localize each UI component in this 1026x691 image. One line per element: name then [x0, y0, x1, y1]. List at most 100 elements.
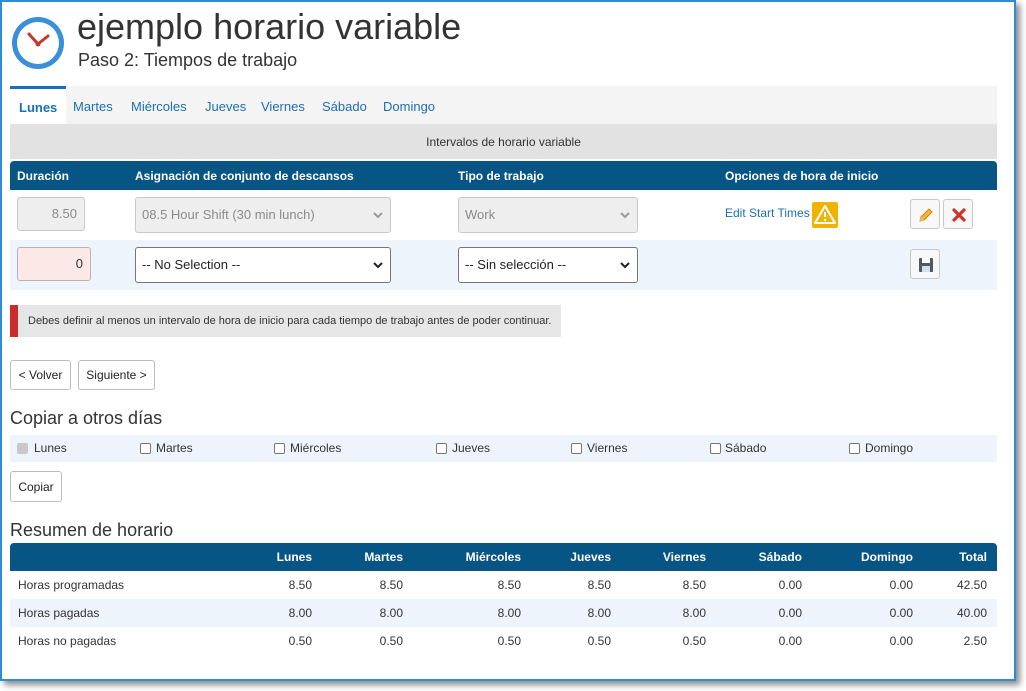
- tab-martes[interactable]: Martes: [73, 86, 113, 124]
- col-asignacion: Asignación de conjunto de descansos: [135, 169, 354, 183]
- summary-cell: 0.00: [889, 606, 913, 620]
- interval-row: 8.50 08.5 Hour Shift (30 min lunch) Work…: [10, 190, 997, 240]
- pencil-icon: [919, 208, 933, 222]
- save-button[interactable]: [910, 249, 940, 279]
- interval-row-new: 0 -- No Selection -- -- Sin selección --: [10, 240, 997, 290]
- checkbox-martes[interactable]: [140, 443, 151, 454]
- summary-col-sabado: Sábado: [758, 550, 802, 564]
- duration-input[interactable]: 8.50: [17, 197, 85, 231]
- summary-cell: 8.00: [288, 606, 312, 620]
- new-duration-input[interactable]: 0: [17, 247, 91, 281]
- summary-cell: 8.50: [497, 578, 521, 592]
- new-work-type-select[interactable]: -- Sin selección --: [458, 247, 638, 283]
- summary-cell: 8.50: [682, 578, 706, 592]
- summary-cell: 8.00: [682, 606, 706, 620]
- app-window: ejemplo horario variable Paso 2: Tiempos…: [0, 0, 1016, 681]
- intervals-table-header: Duración Asignación de conjunto de desca…: [10, 161, 997, 190]
- new-work-type-value: -- Sin selección --: [465, 257, 567, 272]
- tab-miercoles[interactable]: Miércoles: [131, 86, 187, 124]
- back-button[interactable]: < Volver: [10, 360, 71, 390]
- chevron-down-icon: [373, 212, 383, 219]
- break-set-select[interactable]: 08.5 Hour Shift (30 min lunch): [135, 197, 391, 233]
- checkbox-viernes[interactable]: [571, 443, 582, 454]
- summary-table-header: Lunes Martes Miércoles Jueves Viernes Sá…: [10, 543, 997, 571]
- tab-domingo[interactable]: Domingo: [383, 86, 435, 124]
- warning-icon: [812, 202, 838, 228]
- summary-cell: 8.50: [587, 578, 611, 592]
- col-duracion: Duración: [17, 169, 70, 183]
- checkbox-miercoles[interactable]: [274, 443, 285, 454]
- summary-cell: 0.50: [587, 634, 611, 648]
- summary-row-label: Horas no pagadas: [18, 634, 117, 648]
- copy-days-row: Lunes Martes Miércoles Jueves Viernes Sá…: [10, 435, 997, 462]
- tab-viernes[interactable]: Viernes: [261, 86, 305, 124]
- summary-cell: 0.50: [497, 634, 521, 648]
- summary-cell: 0.50: [682, 634, 706, 648]
- summary-col-lunes: Lunes: [276, 550, 312, 564]
- new-break-set-value: -- No Selection --: [142, 257, 241, 272]
- checkbox-lunes[interactable]: [17, 443, 28, 454]
- next-button[interactable]: Siguiente >: [78, 360, 155, 390]
- checkbox-label-miercoles: Miércoles: [290, 441, 342, 455]
- summary-cell-total: 42.50: [956, 578, 987, 592]
- checkbox-jueves[interactable]: [436, 443, 447, 454]
- tab-jueves[interactable]: Jueves: [205, 86, 246, 124]
- delete-button[interactable]: [943, 199, 973, 229]
- checkbox-label-lunes: Lunes: [34, 441, 67, 455]
- copy-heading: Copiar a otros días: [10, 408, 163, 428]
- checkbox-label-viernes: Viernes: [587, 441, 628, 455]
- summary-col-viernes: Viernes: [662, 550, 706, 564]
- summary-row: Horas programadas 8.50 8.50 8.50 8.50 8.…: [10, 571, 997, 599]
- summary-cell: 0.00: [778, 578, 802, 592]
- page-subtitle: Paso 2: Tiempos de trabajo: [78, 50, 298, 70]
- chevron-down-icon: [620, 262, 630, 269]
- checkbox-sabado[interactable]: [710, 443, 721, 454]
- summary-cell: 0.00: [889, 634, 913, 648]
- copy-button[interactable]: Copiar: [10, 471, 62, 502]
- col-opciones-inicio: Opciones de hora de inicio: [725, 169, 879, 183]
- chevron-down-icon: [373, 262, 383, 269]
- chevron-down-icon: [620, 212, 630, 219]
- summary-cell-total: 40.00: [956, 606, 987, 620]
- checkbox-domingo[interactable]: [849, 443, 860, 454]
- checkbox-label-domingo: Domingo: [865, 441, 914, 455]
- summary-row: Horas pagadas 8.00 8.00 8.00 8.00 8.00 0…: [10, 599, 997, 627]
- summary-cell: 8.50: [288, 578, 312, 592]
- summary-cell: 0.50: [379, 634, 403, 648]
- summary-cell-total: 2.50: [963, 634, 987, 648]
- summary-col-miercoles: Miércoles: [465, 550, 521, 564]
- summary-col-total: Total: [959, 550, 987, 564]
- save-icon: [919, 258, 933, 272]
- tab-lunes[interactable]: Lunes: [10, 86, 67, 124]
- day-tabs: Lunes Martes Miércoles Jueves Viernes Sá…: [10, 86, 997, 124]
- new-break-set-select[interactable]: -- No Selection --: [135, 247, 391, 283]
- summary-col-domingo: Domingo: [861, 550, 913, 564]
- summary-cell: 0.00: [778, 634, 802, 648]
- summary-cell: 0.00: [778, 606, 802, 620]
- edit-start-times-link[interactable]: Edit Start Times: [725, 206, 810, 220]
- summary-row-label: Horas programadas: [18, 578, 125, 592]
- validation-alert: Debes definir al menos un intervalo de h…: [10, 305, 561, 337]
- summary-row-label: Horas pagadas: [18, 606, 100, 620]
- intervals-heading: Intervalos de horario variable: [10, 124, 997, 159]
- break-set-value: 08.5 Hour Shift (30 min lunch): [142, 207, 315, 222]
- summary-cell: 8.50: [379, 578, 403, 592]
- summary-col-martes: Martes: [364, 550, 403, 564]
- col-tipo-trabajo: Tipo de trabajo: [458, 169, 544, 183]
- page-title: ejemplo horario variable: [77, 6, 462, 47]
- summary-col-jueves: Jueves: [570, 550, 611, 564]
- summary-cell: 8.00: [587, 606, 611, 620]
- summary-cell: 0.00: [889, 578, 913, 592]
- work-type-value: Work: [465, 207, 496, 222]
- close-icon: [952, 208, 966, 222]
- tab-sabado[interactable]: Sábado: [322, 86, 367, 124]
- checkbox-label-sabado: Sábado: [725, 441, 767, 455]
- summary-row: Horas no pagadas 0.50 0.50 0.50 0.50 0.5…: [10, 627, 997, 655]
- clock-icon: [12, 17, 64, 69]
- work-type-select[interactable]: Work: [458, 197, 638, 233]
- summary-cell: 8.00: [379, 606, 403, 620]
- checkbox-label-martes: Martes: [156, 441, 193, 455]
- edit-button[interactable]: [910, 199, 940, 229]
- summary-heading: Resumen de horario: [10, 520, 174, 540]
- summary-cell: 0.50: [288, 634, 312, 648]
